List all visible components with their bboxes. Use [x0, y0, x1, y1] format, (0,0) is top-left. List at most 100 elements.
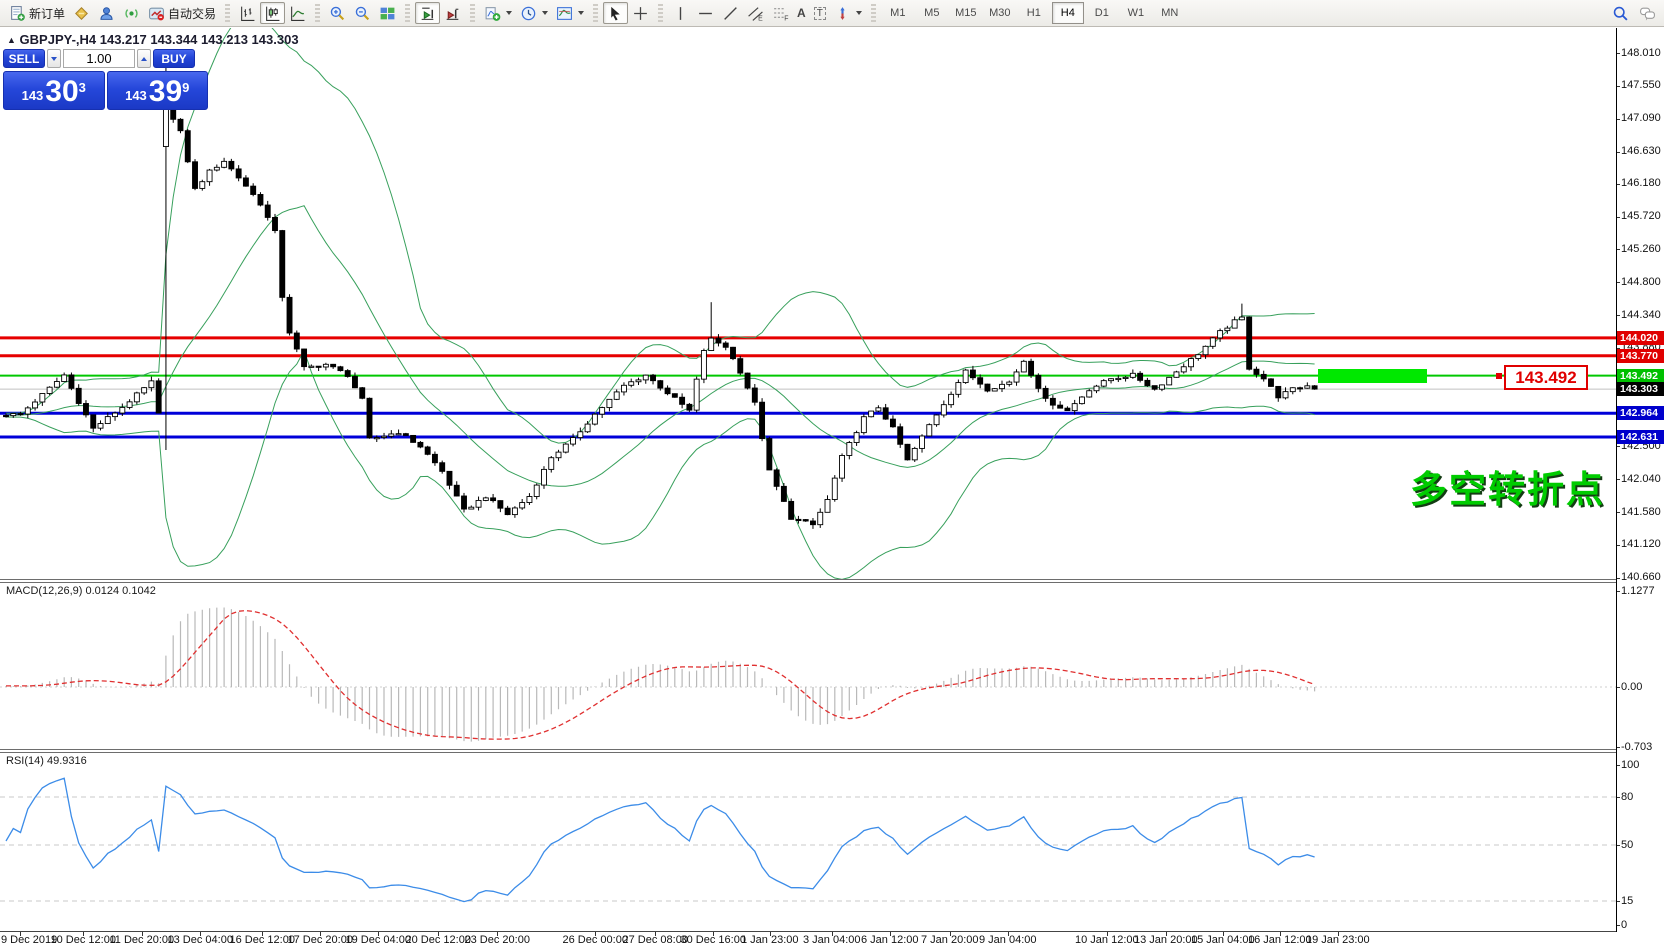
- trade-panel-price-row: 143 30 3 143 39 9: [3, 71, 208, 110]
- crosshair-button[interactable]: [628, 2, 653, 24]
- bar-chart-button[interactable]: [235, 2, 260, 24]
- pane-separator[interactable]: [0, 749, 1616, 750]
- toolbar-grip: [593, 4, 598, 22]
- trendline-icon: [722, 5, 739, 22]
- timeframe-m30[interactable]: M30: [984, 2, 1016, 24]
- fibonacci-button[interactable]: F: [768, 2, 793, 24]
- time-tick-label: 3 Jan 04:00: [803, 934, 861, 946]
- macd-indicator-label: MACD(12,26,9) 0.0124 0.1042: [6, 585, 156, 597]
- timeframe-h1[interactable]: H1: [1018, 2, 1050, 24]
- line-chart-button[interactable]: [285, 2, 310, 24]
- new-order-button[interactable]: 新订单: [5, 2, 69, 24]
- buy-price-button[interactable]: 143 39 9: [107, 71, 209, 110]
- search-icon[interactable]: [1612, 5, 1629, 22]
- rsi-tick-label: 15: [1621, 895, 1664, 907]
- periods-dropdown-caret[interactable]: [542, 11, 548, 15]
- sell-price-pips: 30: [45, 76, 78, 108]
- sell-button[interactable]: SELL: [3, 49, 45, 68]
- mt4-window: 新订单: [0, 0, 1664, 950]
- auto-scroll-button[interactable]: [415, 2, 440, 24]
- time-tick-label: 13 Dec 04:00: [168, 934, 233, 946]
- chart-window[interactable]: ▲ GBPJPY-,H4 143.217 143.344 143.213 143…: [0, 28, 1664, 950]
- timeframe-h4[interactable]: H4: [1052, 2, 1084, 24]
- zoom-out-button[interactable]: [350, 2, 375, 24]
- trendline-button[interactable]: [718, 2, 743, 24]
- volume-input[interactable]: [63, 49, 135, 68]
- cursor-arrow-icon: [607, 5, 624, 22]
- rsi-tick-label: 0: [1621, 919, 1664, 931]
- clock-icon: [520, 5, 537, 22]
- signals-button[interactable]: [119, 2, 144, 24]
- timeframe-m1[interactable]: M1: [882, 2, 914, 24]
- time-tick-label: 23 Dec 20:00: [465, 934, 530, 946]
- tile-windows-icon: [379, 5, 396, 22]
- buy-button[interactable]: BUY: [153, 49, 195, 68]
- new-order-icon: [9, 5, 26, 22]
- spinner-down-icon: [51, 57, 57, 61]
- toolbar-grip: [225, 4, 230, 22]
- time-tick-label: 27 Dec 08:00: [623, 934, 688, 946]
- price-level-note[interactable]: 143.492: [1504, 365, 1588, 390]
- chat-icon[interactable]: [1639, 5, 1656, 22]
- chart-shift-icon: [444, 5, 461, 22]
- time-tick-label: 19 Jan 23:00: [1306, 934, 1370, 946]
- vertical-line-button[interactable]: [668, 2, 693, 24]
- cursor-button[interactable]: [603, 2, 628, 24]
- candlestick-chart-button[interactable]: [260, 2, 285, 24]
- timeframe-d1[interactable]: D1: [1086, 2, 1118, 24]
- crosshair-icon: [632, 5, 649, 22]
- chart-shift-button[interactable]: [440, 2, 465, 24]
- time-tick-label: 20 Dec 12:00: [406, 934, 471, 946]
- price-tick-label: 147.090: [1621, 112, 1664, 124]
- timeframe-m5[interactable]: M5: [916, 2, 948, 24]
- indicators-button[interactable]: [480, 2, 516, 24]
- channel-icon: E: [747, 5, 764, 22]
- text-a-icon: A: [797, 5, 806, 22]
- tile-windows-button[interactable]: [375, 2, 400, 24]
- toolbar-grip: [871, 4, 876, 22]
- arrows-dropdown-caret[interactable]: [856, 11, 862, 15]
- zoom-in-button[interactable]: [325, 2, 350, 24]
- pane-separator[interactable]: [0, 752, 1616, 753]
- rsi-tick-label: 100: [1621, 759, 1664, 771]
- macd-tick-label: -0.703: [1621, 741, 1664, 753]
- profile-button[interactable]: [94, 2, 119, 24]
- arrows-button[interactable]: [830, 2, 866, 24]
- text-label-button[interactable]: T: [810, 2, 830, 24]
- toolbar-right: [1612, 0, 1656, 27]
- time-tick-label: 19 Dec 04:00: [346, 934, 411, 946]
- equidistant-channel-button[interactable]: E: [743, 2, 768, 24]
- timeframe-m15[interactable]: M15: [950, 2, 982, 24]
- price-tick-label: 148.010: [1621, 47, 1664, 59]
- rsi-tick-label: 80: [1621, 791, 1664, 803]
- candlestick-chart-icon: [264, 5, 281, 22]
- indicators-dropdown-caret[interactable]: [506, 11, 512, 15]
- toolbar-grip: [658, 4, 663, 22]
- market-watch-button[interactable]: [69, 2, 94, 24]
- pane-separator[interactable]: [0, 582, 1616, 583]
- periods-button[interactable]: [516, 2, 552, 24]
- volume-decrease-button[interactable]: [47, 49, 61, 68]
- zoom-in-icon: [329, 5, 346, 22]
- symbol-ohlc-label: ▲ GBPJPY-,H4 143.217 143.344 143.213 143…: [7, 32, 299, 47]
- templates-button[interactable]: [552, 2, 588, 24]
- turning-point-annotation[interactable]: 多空转折点: [1410, 459, 1605, 513]
- time-tick-label: 16 Jan 12:00: [1248, 934, 1312, 946]
- auto-trading-button[interactable]: 自动交易: [144, 2, 220, 24]
- text-button[interactable]: A: [793, 2, 810, 24]
- price-badge: 144.020: [1617, 331, 1664, 345]
- pane-separator[interactable]: [0, 579, 1616, 580]
- vertical-line-icon: [672, 5, 689, 22]
- time-tick-label: 11 Dec 20:00: [110, 934, 175, 946]
- trade-panel-top-row: SELL BUY: [3, 49, 208, 68]
- horizontal-line-button[interactable]: [693, 2, 718, 24]
- volume-increase-button[interactable]: [137, 49, 151, 68]
- toolbar-group-objects: E F A T: [665, 0, 869, 27]
- templates-dropdown-caret[interactable]: [578, 11, 584, 15]
- timeframe-w1[interactable]: W1: [1120, 2, 1152, 24]
- timeframe-mn[interactable]: MN: [1154, 2, 1186, 24]
- indicators-icon: [484, 5, 501, 22]
- timeframe-group: M1M5M15M30H1H4D1W1MN: [878, 0, 1190, 27]
- time-tick-label: 9 Jan 04:00: [979, 934, 1037, 946]
- sell-price-button[interactable]: 143 30 3: [3, 71, 105, 110]
